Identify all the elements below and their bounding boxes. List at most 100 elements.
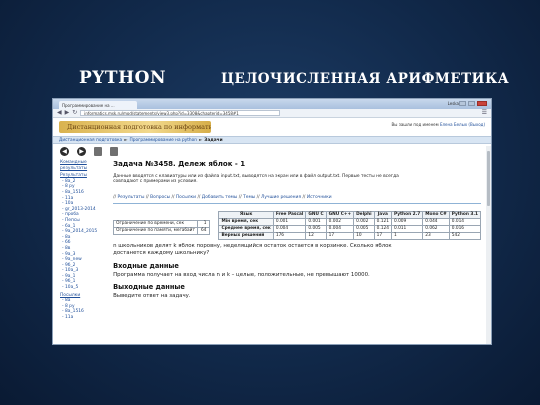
table-row: Ограничение по времени, сек 1 [113, 219, 211, 228]
url-input[interactable]: informatics.msk.ru/mod/statements/view3.… [80, 110, 281, 116]
table-cell: 0.044 [422, 217, 450, 226]
table-header-row: Язык Free Pascal GNU C GNU C++ Delphi Java Pyt… [218, 210, 482, 219]
column-header: GNU C [305, 210, 327, 219]
forward-icon[interactable]: ▶ [65, 110, 70, 116]
breadcrumb-item[interactable]: Дистанционная подготовка [59, 138, 122, 143]
close-icon[interactable] [477, 101, 487, 106]
limit-value: 1 [196, 219, 211, 228]
problem-link[interactable]: Добавить темы [202, 195, 238, 200]
user-info: Вы зашли под именем Елена Белых (Выход) [392, 122, 485, 127]
column-header: Free Pascal [272, 210, 307, 219]
table-row: Верных решений 176 12 17 10 17 1 23 542 [218, 231, 482, 240]
table-cell: 10 [353, 231, 375, 240]
problem-statement: n школьников делят k яблок поровну, неде… [113, 242, 392, 256]
print-icon[interactable] [94, 146, 102, 156]
slide-title-left: PYTHON [79, 68, 166, 88]
column-header: Java [373, 210, 392, 219]
limit-label: Ограничение по памяти, мегабайт [113, 226, 198, 235]
problem-link[interactable]: Темы [243, 195, 255, 200]
browser-titlebar: Программирование на ... Leska [53, 99, 491, 109]
table-cell: 176 [272, 231, 307, 240]
problem-link[interactable]: Вопросы [150, 195, 170, 200]
table-cell: 23 [422, 231, 450, 240]
table-cell: 12 [305, 231, 327, 240]
table-cell: 0.005 [353, 224, 375, 233]
language-stats-table: Язык Free Pascal GNU C GNU C++ Delphi Java Pyt… [218, 210, 482, 240]
problem-description: Данные вводятся с клавиатуры или из файл… [113, 174, 399, 185]
sidebar: Командные результаты Результаты - 8а_2- 8 … [53, 158, 113, 321]
browser-user-label: Leska [447, 101, 459, 106]
table-cell: 0.014 [448, 217, 482, 226]
breadcrumb-current: Задачи [204, 138, 223, 143]
maximize-icon[interactable] [468, 101, 475, 106]
browser-screenshot: Программирование на ... Leska ◀ ▶ ↻ info… [52, 98, 492, 345]
table-cell: 0.001 [305, 217, 327, 226]
minimize-icon[interactable] [459, 101, 466, 106]
column-header: Python 3.1 [448, 210, 482, 219]
table-row: Среднее время, сек 0.004 0.005 0.004 0.005 0.… [218, 224, 482, 233]
table-cell: 0.009 [390, 217, 424, 226]
problem-links: // Результаты // Вопросы // Посылки // Д… [113, 194, 332, 200]
table-cell: 542 [448, 231, 482, 240]
document-icon[interactable] [110, 146, 118, 156]
window-controls [459, 101, 487, 106]
table-row: Ограничение по памяти, мегабайт 64 [113, 226, 211, 235]
site-banner: Дистанционная подготовка по информатике … [53, 118, 491, 136]
table-cell: Верных решений [218, 231, 274, 240]
table-cell: Мін время, сек [218, 217, 274, 226]
problem-link[interactable]: Источники [307, 195, 332, 200]
breadcrumb: Дистанционная подготовка ► Программировани… [53, 136, 491, 144]
limit-label: Ограничение по времени, сек [113, 219, 198, 228]
column-header: Mono C# [422, 210, 450, 219]
table-cell: 0.002 [325, 217, 355, 226]
breadcrumb-item[interactable]: Программирование на python [130, 138, 197, 143]
address-bar: ◀ ▶ ↻ informatics.msk.ru/mod/statements/… [53, 109, 491, 118]
sidebar-item[interactable]: - 11а [60, 315, 113, 321]
sidebar-heading[interactable]: Командные результаты [60, 160, 113, 171]
table-cell: 0.121 [373, 217, 392, 226]
reload-icon[interactable]: ↻ [72, 110, 77, 116]
table-cell: 0.004 [272, 224, 307, 233]
input-heading: Входные данные [113, 261, 179, 270]
table-cell: 17 [325, 231, 355, 240]
scrollbar-thumb[interactable] [487, 151, 490, 206]
output-text: Выведите ответ на задачу. [113, 292, 191, 299]
main-content: Задача №3458. Дележ яблок - 1 Данные вво… [113, 158, 491, 321]
table-cell: 0.004 [325, 224, 355, 233]
limits-table: Ограничение по времени, сек 1 Ограничени… [113, 219, 211, 235]
table-cell: 1 [390, 231, 424, 240]
browser-tab[interactable]: Программирование на ... [59, 101, 137, 109]
column-header: Python 2.7 [390, 210, 424, 219]
table-cell: 0.001 [272, 217, 307, 226]
limit-value: 64 [196, 226, 211, 235]
slide-title-right: ЦЕЛОЧИСЛЕННАЯ АРИФМЕТИКА [221, 71, 510, 87]
next-icon[interactable]: ▶ [77, 146, 86, 156]
problem-link[interactable]: Лучшие решения [261, 195, 301, 200]
user-name-link[interactable]: Елена Белых (Выход) [440, 122, 485, 127]
problem-title: Задача №3458. Дележ яблок - 1 [113, 160, 246, 168]
table-cell: 0.062 [422, 224, 450, 233]
column-header: Delphi [353, 210, 375, 219]
back-icon[interactable]: ◀ [57, 110, 62, 116]
problem-link[interactable]: Результаты [117, 195, 144, 200]
table-cell: Среднее время, сек [218, 224, 274, 233]
table-cell: 0.011 [390, 224, 424, 233]
table-cell: 0.005 [305, 224, 327, 233]
column-header: GNU C++ [325, 210, 355, 219]
scrollbar[interactable] [486, 146, 491, 344]
problem-link[interactable]: Посылки [176, 195, 196, 200]
toolbar: ◀ ▶ [53, 144, 491, 158]
table-cell: 0.124 [373, 224, 392, 233]
sidebar-item[interactable]: - 10а_5 [60, 285, 113, 291]
user-info-prefix: Вы зашли под именем [391, 122, 439, 127]
table-cell: 0.016 [448, 224, 482, 233]
site-logo[interactable]: Дистанционная подготовка по информатике [59, 121, 211, 133]
table-row: Мін время, сек 0.001 0.001 0.002 0.002 0.121 0… [218, 217, 482, 226]
table-cell: 0.002 [353, 217, 375, 226]
table-cell: 17 [373, 231, 392, 240]
output-heading: Выходные данные [113, 282, 185, 291]
input-text: Программа получает на вход числа n и k –… [113, 271, 370, 278]
prev-icon[interactable]: ◀ [60, 146, 69, 156]
menu-icon[interactable]: ☰ [482, 110, 487, 116]
divider [113, 202, 481, 204]
